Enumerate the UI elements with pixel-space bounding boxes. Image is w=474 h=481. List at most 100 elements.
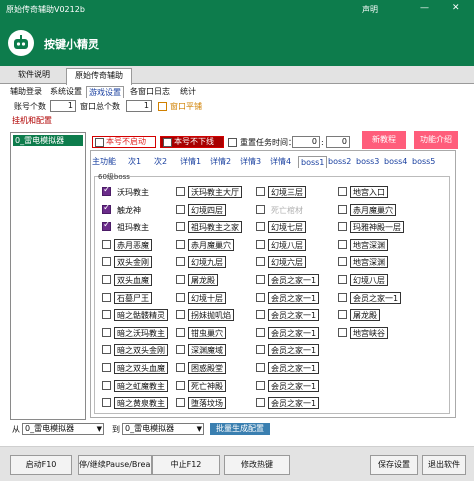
brand-name: 按键小精灵 — [44, 38, 99, 51]
change-hotkey-button[interactable]: 修改热键 — [224, 455, 290, 475]
exit-button[interactable]: 退出软件 — [422, 455, 466, 475]
no-start-option[interactable]: 本号不启动 — [92, 136, 156, 148]
boss-checkbox[interactable] — [176, 363, 185, 372]
boss-checkbox[interactable] — [102, 275, 111, 284]
list-item[interactable]: 0_雷电模拟器 — [13, 135, 83, 146]
tab-secondary-2[interactable]: 次2 — [154, 156, 167, 168]
tab-statistics[interactable]: 统计 — [178, 86, 198, 98]
boss-checkbox[interactable] — [256, 204, 265, 214]
boss-checkbox[interactable] — [102, 345, 111, 355]
tab-game-settings[interactable]: 游戏设置 — [86, 86, 124, 98]
boss-label: 赤月魔巢穴 — [188, 238, 234, 251]
no-start-checkbox[interactable] — [95, 138, 104, 147]
no-offline-checkbox[interactable] — [163, 138, 172, 147]
tab-system-settings[interactable]: 系统设置 — [48, 86, 84, 98]
window-total-input[interactable]: 1 — [126, 100, 152, 112]
boss-checkbox[interactable] — [256, 187, 265, 196]
tab-secondary-1[interactable]: 次1 — [128, 156, 141, 168]
tab-software-info[interactable]: 软件说明 — [10, 68, 58, 84]
boss-checkbox[interactable] — [176, 310, 185, 320]
window-tile-checkbox[interactable] — [158, 102, 167, 111]
new-tutorial-button[interactable]: 新教程 — [362, 131, 406, 149]
boss-checkbox[interactable] — [338, 275, 347, 284]
pause-resume-button[interactable]: 停/继续Pause/Break — [78, 455, 152, 475]
boss-checkbox[interactable] — [102, 203, 111, 214]
tab-main-function[interactable]: 主功能 — [92, 156, 116, 168]
boss-checkbox[interactable] — [338, 257, 347, 267]
boss-checkbox[interactable] — [102, 239, 111, 249]
boss-checkbox[interactable] — [176, 204, 185, 214]
boss-checkbox[interactable] — [256, 380, 265, 390]
boss-checkbox[interactable] — [256, 345, 265, 355]
emulator-list[interactable]: 0_雷电模拟器 — [10, 132, 86, 420]
announce-button[interactable]: 声明 — [362, 4, 378, 15]
boss-label: 堕落坟场 — [188, 397, 226, 410]
boss-checkbox[interactable] — [256, 327, 265, 337]
boss-label: 死亡棺材 — [268, 203, 306, 216]
tab-boss-4[interactable]: boss4 — [384, 156, 407, 168]
boss-label: 赤月魔巢穴 — [350, 203, 396, 216]
boss-checkbox[interactable] — [338, 187, 347, 196]
boss-checkbox[interactable] — [176, 239, 185, 249]
boss-checkbox[interactable] — [338, 222, 347, 232]
tab-detail-4[interactable]: 详情4 — [270, 156, 291, 168]
boss-checkbox[interactable] — [256, 398, 265, 408]
boss-checkbox[interactable] — [176, 257, 185, 267]
feature-intro-button[interactable]: 功能介绍 — [414, 131, 458, 149]
boss-checkbox[interactable] — [176, 398, 185, 408]
tab-detail-2[interactable]: 详情2 — [210, 156, 231, 168]
account-count-input[interactable]: 1 — [50, 100, 76, 112]
boss-checkbox[interactable] — [102, 380, 111, 390]
boss-checkbox[interactable] — [256, 310, 265, 320]
boss-checkbox[interactable] — [176, 345, 185, 355]
boss-checkbox[interactable] — [338, 310, 347, 320]
batch-generate-button[interactable]: 批量生成配置 — [210, 423, 270, 435]
boss-checkbox[interactable] — [102, 398, 111, 408]
boss-checkbox[interactable] — [176, 327, 185, 337]
tab-boss-1[interactable]: boss1 — [298, 156, 328, 168]
from-select[interactable]: 0_雷电模拟器 ▼ — [22, 423, 104, 435]
boss-checkbox[interactable] — [102, 292, 111, 302]
save-settings-button[interactable]: 保存设置 — [370, 455, 418, 475]
boss-checkbox[interactable] — [338, 204, 347, 214]
boss-checkbox[interactable] — [176, 380, 185, 390]
boss-checkbox[interactable] — [102, 185, 111, 196]
restart-minute-input[interactable]: 0 — [326, 136, 350, 148]
restart-time-checkbox[interactable] — [228, 138, 237, 147]
minimize-icon[interactable]: — — [420, 3, 429, 13]
boss-checkbox[interactable] — [176, 292, 185, 302]
boss-checkbox[interactable] — [102, 220, 111, 232]
tab-boss-5[interactable]: boss5 — [412, 156, 435, 168]
boss-checkbox[interactable] — [256, 222, 265, 232]
tab-detail-3[interactable]: 详情3 — [240, 156, 261, 168]
boss-checkbox[interactable] — [256, 239, 265, 249]
no-offline-option[interactable]: 本号不下线 — [160, 136, 224, 148]
window-title: 原始传奇辅助V0212b — [6, 5, 85, 14]
tab-assist-login[interactable]: 辅助登录 — [8, 86, 44, 98]
boss-checkbox[interactable] — [256, 257, 265, 267]
boss-checkbox[interactable] — [102, 327, 111, 337]
boss-checkbox[interactable] — [338, 327, 347, 337]
boss-checkbox[interactable] — [338, 292, 347, 302]
boss-checkbox[interactable] — [176, 222, 185, 232]
tab-boss-2[interactable]: boss2 — [328, 156, 351, 168]
tab-detail-1[interactable]: 详情1 — [180, 156, 201, 168]
boss-checkbox[interactable] — [256, 363, 265, 372]
start-button[interactable]: 启动F10 — [10, 455, 72, 475]
boss-checkbox[interactable] — [256, 292, 265, 302]
to-select[interactable]: 0_雷电模拟器 ▼ — [122, 423, 204, 435]
boss-checkbox[interactable] — [102, 310, 111, 320]
boss-checkbox[interactable] — [176, 275, 185, 284]
tab-boss-3[interactable]: boss3 — [356, 156, 379, 168]
boss-checkbox[interactable] — [338, 239, 347, 249]
boss-checkbox[interactable] — [176, 187, 185, 196]
tab-hang-config[interactable]: 挂机和配置 — [12, 114, 52, 127]
close-icon[interactable]: ✕ — [452, 3, 460, 13]
boss-checkbox[interactable] — [102, 257, 111, 267]
restart-hour-input[interactable]: 0 — [292, 136, 320, 148]
tab-window-logs[interactable]: 各窗口日志 — [128, 86, 172, 98]
stop-button[interactable]: 中止F12 — [152, 455, 220, 475]
boss-checkbox[interactable] — [102, 363, 111, 372]
boss-checkbox[interactable] — [256, 275, 265, 284]
tab-main-assist[interactable]: 原始传奇辅助 — [66, 68, 132, 85]
